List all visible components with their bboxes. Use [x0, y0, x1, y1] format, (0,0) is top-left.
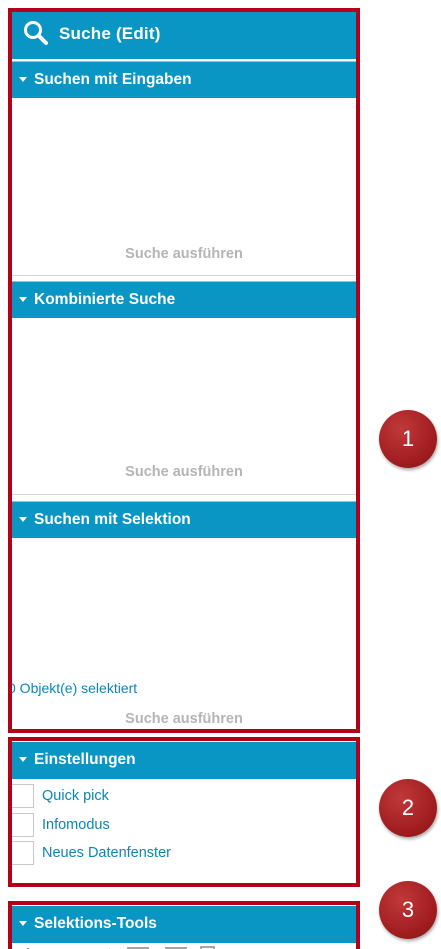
option-label: Infomodus: [42, 817, 110, 833]
section-label: Einstellungen: [34, 751, 136, 768]
divider: [8, 275, 360, 276]
divider: [8, 494, 360, 495]
rectangle-icon[interactable]: [124, 944, 152, 949]
search-icon: [24, 21, 48, 45]
panel-title: Suche (Edit): [59, 24, 161, 43]
section-header-selection-search[interactable]: Suchen mit Selektion: [8, 501, 360, 538]
checkbox[interactable]: [10, 784, 34, 808]
section-label: Selektions-Tools: [34, 915, 157, 932]
chevron-down-icon: [19, 921, 27, 926]
checkbox[interactable]: [10, 841, 34, 865]
circle-icon[interactable]: [50, 944, 78, 949]
section-header-input-search[interactable]: Suchen mit Eingaben: [8, 61, 360, 98]
option-label: Quick pick: [42, 788, 109, 804]
search-panel: Suche (Edit) Suchen mit Eingaben Suche a…: [8, 8, 360, 733]
selected-count-text: 0 Objekt(e) selektiert: [8, 680, 138, 696]
section-label: Suchen mit Eingaben: [34, 71, 192, 88]
polygon-icon[interactable]: [162, 944, 190, 949]
image-icon[interactable]: [236, 944, 264, 949]
section-label: Suchen mit Selektion: [34, 511, 191, 528]
chevron-down-icon: [19, 297, 27, 302]
selection-tools-panel: Selektions-Tools: [8, 901, 360, 949]
option-new-data-window[interactable]: Neues Datenfenster: [8, 841, 360, 865]
section-header-combined-search[interactable]: Kombinierte Suche: [8, 281, 360, 318]
run-search-button[interactable]: Suche ausführen: [8, 711, 360, 727]
option-label: Neues Datenfenster: [42, 845, 171, 861]
chevron-down-icon: [19, 517, 27, 522]
section-header-settings[interactable]: Einstellungen: [8, 742, 360, 779]
buffer-icon[interactable]: [198, 944, 226, 949]
checkbox[interactable]: [10, 813, 34, 837]
chevron-down-icon: [19, 77, 27, 82]
panel-title-bar: Suche (Edit): [8, 12, 360, 59]
section-header-selection-tools[interactable]: Selektions-Tools: [8, 906, 360, 943]
option-quick-pick[interactable]: Quick pick: [8, 784, 360, 808]
chevron-down-icon: [19, 757, 27, 762]
callout-badge-2: 2: [379, 779, 437, 837]
option-infomodus[interactable]: Infomodus: [8, 813, 360, 837]
settings-panel: Einstellungen Quick pick Infomodus Neues…: [8, 737, 360, 887]
run-search-button[interactable]: Suche ausführen: [8, 464, 360, 480]
callout-badge-1: 1: [379, 410, 437, 468]
callout-badge-3: 3: [379, 881, 437, 939]
selection-toolbar: [8, 944, 360, 949]
polyline-icon[interactable]: [86, 944, 114, 949]
crosshair-point-icon[interactable]: [14, 944, 42, 949]
run-search-button[interactable]: Suche ausführen: [8, 246, 360, 262]
section-label: Kombinierte Suche: [34, 291, 176, 308]
